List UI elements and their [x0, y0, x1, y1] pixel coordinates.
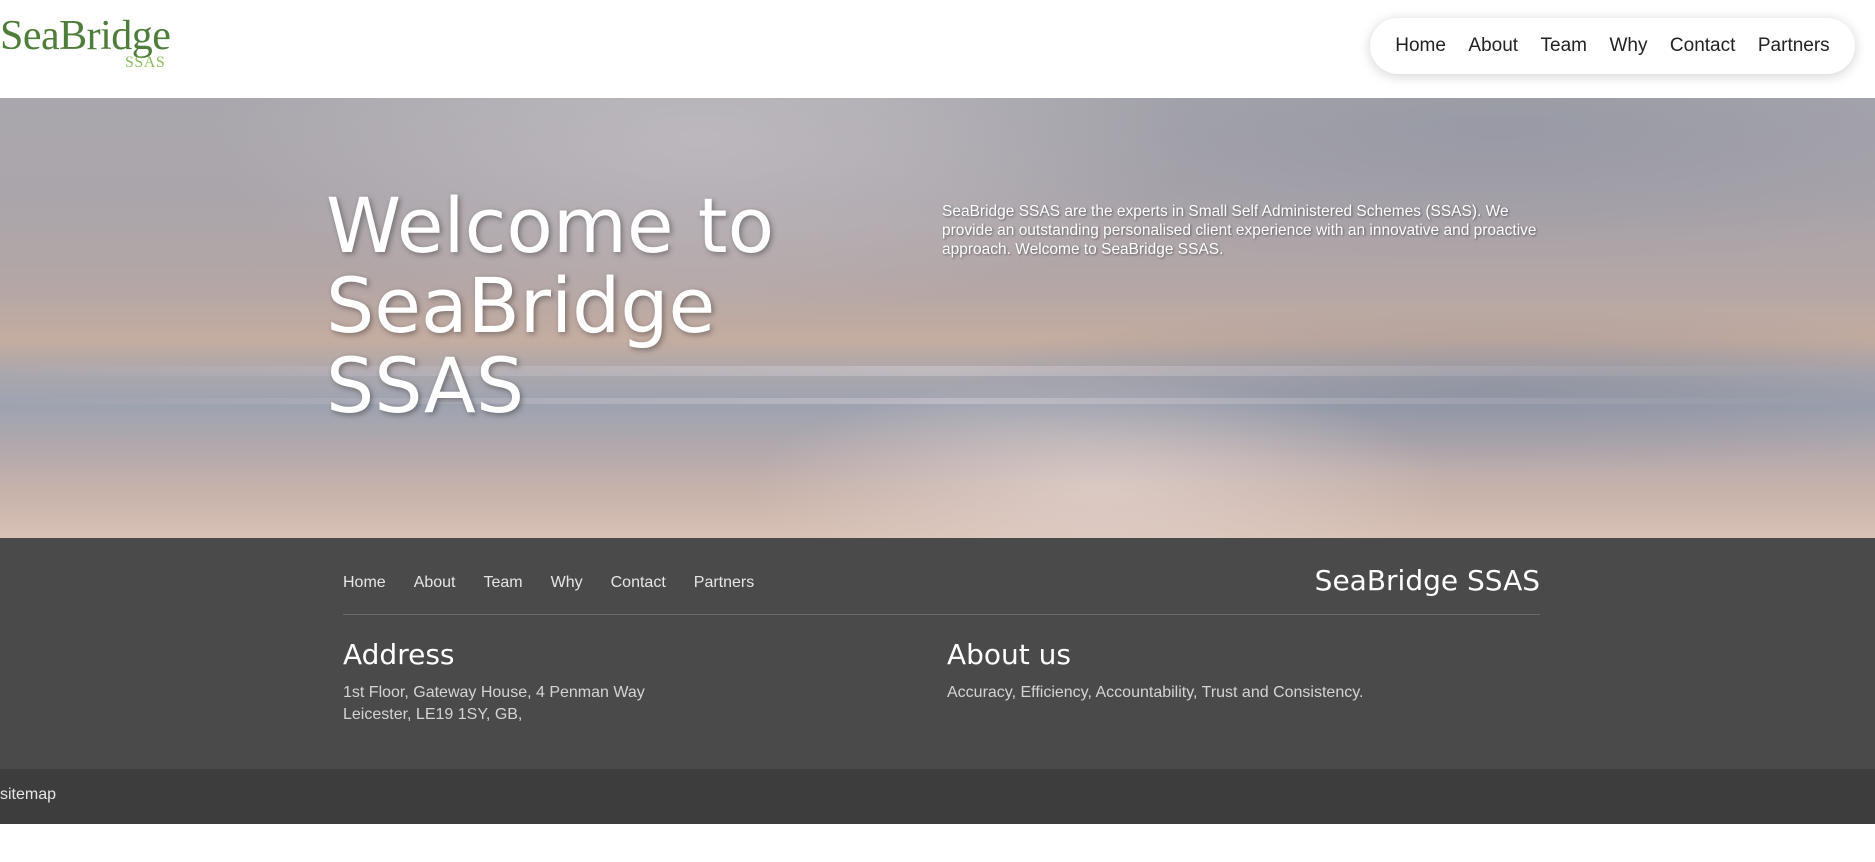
hero-wave-line [0, 366, 1875, 376]
footer-about-section: About us Accuracy, Efficiency, Accountab… [947, 638, 1507, 704]
about-heading: About us [947, 638, 1072, 671]
nav-link-team[interactable]: Team [1541, 35, 1587, 57]
hero-banner: Welcome to SeaBridge SSAS SeaBridge SSAS a… [0, 98, 1875, 538]
nav-link-contact[interactable]: Contact [1670, 35, 1735, 57]
address-line: Leicester, LE19 1SY, GB, [343, 706, 523, 723]
address-heading: Address [343, 638, 455, 671]
bottom-bar: sitemap [0, 769, 1875, 824]
hero-title: Welcome to SeaBridge SSAS [326, 186, 886, 426]
hero-wave-line [0, 398, 1875, 404]
main-navigation: Home About Team Why Contact Partners [1370, 18, 1855, 74]
hero-background-image [0, 98, 1875, 538]
footer-link-team[interactable]: Team [484, 574, 523, 592]
footer-link-home[interactable]: Home [343, 574, 386, 592]
site-header: SeaBridge SSAS Home About Team Why Conta… [0, 0, 1875, 98]
address-line: 1st Floor, Gateway House, 4 Penman Way [343, 684, 645, 701]
footer-divider [343, 614, 1540, 615]
hero-title-line: Welcome to [326, 181, 775, 270]
logo-wordmark: SeaBridge [0, 13, 171, 59]
hero-title-line: SSAS [326, 341, 525, 430]
footer-link-why[interactable]: Why [551, 574, 583, 592]
site-logo[interactable]: SeaBridge SSAS [0, 13, 171, 74]
hero-title-line: SeaBridge [326, 261, 716, 350]
footer-brand-name: SeaBridge SSAS [1314, 564, 1540, 597]
sitemap-link[interactable]: sitemap [0, 786, 56, 804]
nav-link-home[interactable]: Home [1395, 35, 1446, 57]
nav-link-partners[interactable]: Partners [1758, 35, 1830, 57]
site-footer: Home About Team Why Contact Partners Sea… [0, 538, 1875, 769]
footer-address-section: Address 1st Floor, Gateway House, 4 Penm… [343, 638, 903, 726]
hero-intro-text: SeaBridge SSAS are the experts in Small … [942, 203, 1537, 258]
footer-link-about[interactable]: About [414, 574, 456, 592]
nav-link-why[interactable]: Why [1609, 35, 1647, 57]
footer-link-contact[interactable]: Contact [611, 574, 666, 592]
nav-link-about[interactable]: About [1468, 35, 1518, 57]
footer-link-partners[interactable]: Partners [694, 574, 754, 592]
footer-navigation: Home About Team Why Contact Partners [343, 574, 782, 592]
logo-subtitle: SSAS [125, 54, 166, 71]
about-text: Accuracy, Efficiency, Accountability, Tr… [947, 684, 1364, 701]
